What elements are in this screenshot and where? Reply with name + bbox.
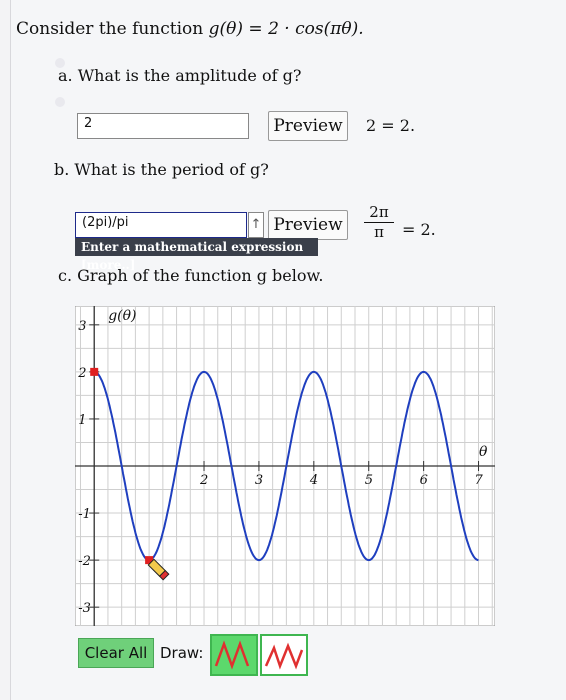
question-formula: g(θ) = 2 · cos(πθ). xyxy=(208,19,364,39)
input-hint[interactable]: Enter a mathematical expression [more..] xyxy=(75,238,318,272)
x-tick-label: 2 xyxy=(199,473,208,488)
period-result-denominator: π xyxy=(374,223,384,241)
period-result-numerator: 2π xyxy=(364,203,394,223)
x-axis-label: θ xyxy=(479,444,488,460)
part-c-label: c. Graph of the function g below. xyxy=(58,266,324,285)
y-tick-label: 1 xyxy=(78,413,86,428)
amplitude-result: 2 = 2. xyxy=(366,116,416,135)
y-tick-label: -2 xyxy=(78,554,91,569)
y-tick-label: -3 xyxy=(78,601,91,616)
question-text: Consider the function g(θ) = 2 · cos(πθ)… xyxy=(16,19,364,39)
y-tick-label: 2 xyxy=(77,366,86,381)
amplitude-input[interactable]: 2 xyxy=(77,113,249,139)
period-input[interactable]: (2pi)/pi xyxy=(75,212,247,238)
preview-button-a[interactable]: Preview xyxy=(268,111,348,141)
y-axis-label: g(θ) xyxy=(108,308,136,324)
question-prefix: Consider the function xyxy=(16,19,209,39)
sine-wave-icon xyxy=(214,640,250,670)
x-tick-label: 4 xyxy=(309,473,318,488)
sine-wave-tool[interactable] xyxy=(210,634,258,676)
y-tick-label: 3 xyxy=(78,319,86,334)
part-a-label: a. What is the amplitude of g? xyxy=(58,66,302,85)
cosine-wave-icon xyxy=(264,642,304,670)
bullet-dot xyxy=(55,97,65,107)
clear-all-button[interactable]: Clear All xyxy=(78,638,154,668)
preview-button-b[interactable]: Preview xyxy=(268,210,348,240)
graph-point xyxy=(90,367,99,376)
graph-svg[interactable]: 2 3 4 5 6 7 3 2 1 -1 -2 -3 g(θ) θ xyxy=(74,305,496,627)
y-tick-label: -1 xyxy=(78,507,91,522)
period-input-value: (2pi)/pi xyxy=(82,215,129,230)
x-tick-label: 3 xyxy=(255,473,263,488)
draw-label: Draw: xyxy=(160,644,204,662)
x-tick-label: 7 xyxy=(475,473,484,488)
arrow-up-icon[interactable]: ↑ xyxy=(248,212,264,238)
x-tick-label: 6 xyxy=(420,473,428,488)
period-result-value: = 2. xyxy=(402,220,436,239)
period-result-fraction: 2π π xyxy=(364,203,394,241)
x-tick-label: 5 xyxy=(365,473,373,488)
cosine-wave-tool[interactable] xyxy=(260,634,308,676)
graph-area[interactable]: 2 3 4 5 6 7 3 2 1 -1 -2 -3 g(θ) θ xyxy=(74,305,496,630)
part-b-label: b. What is the period of g? xyxy=(54,160,269,179)
amplitude-input-value: 2 xyxy=(84,116,93,131)
